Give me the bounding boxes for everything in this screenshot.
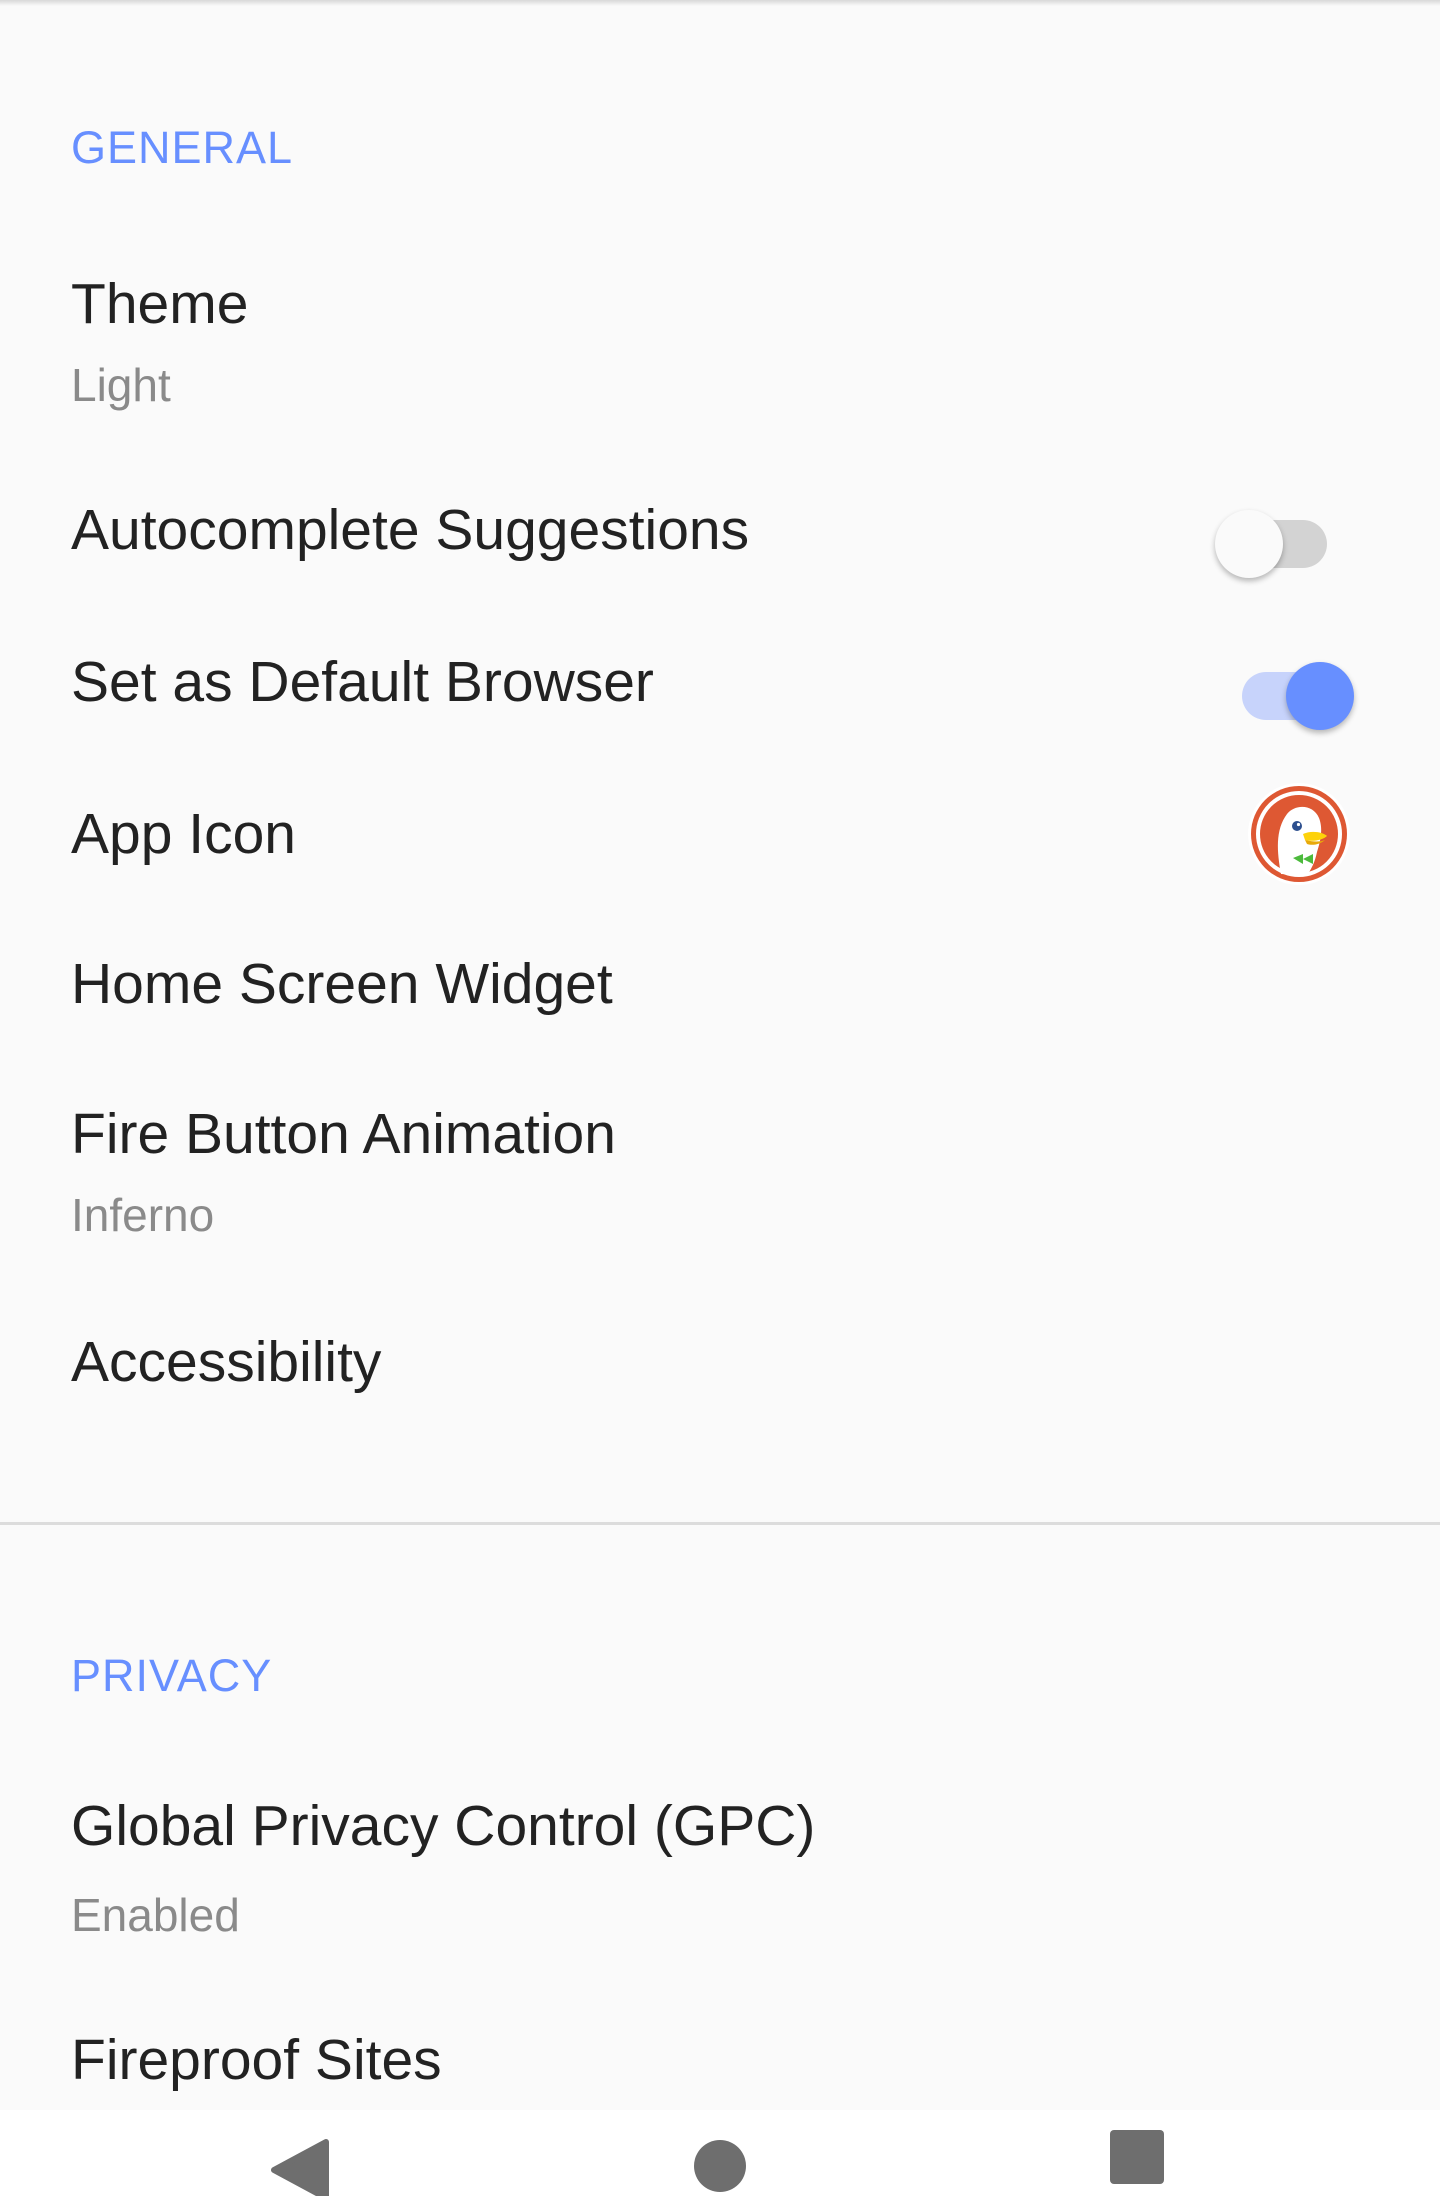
setting-fire-animation-title: Fire Button Animation [71,1102,616,1166]
setting-fire-animation-value: Inferno [71,1189,215,1241]
setting-theme-value: Light [71,359,171,411]
setting-accessibility-title: Accessibility [71,1330,382,1394]
setting-fireproof-sites[interactable]: Fireproof Sites [0,2000,1440,2110]
toggle-thumb [1286,662,1354,730]
back-triangle-icon[interactable] [250,2120,360,2196]
setting-accessibility[interactable]: Accessibility [0,1306,1440,1436]
section-header-privacy: PRIVACY [71,1650,273,1701]
system-navigation-bar [0,2110,1440,2196]
setting-app-icon[interactable]: App Icon [0,772,1440,902]
section-divider [0,1522,1440,1525]
setting-autocomplete[interactable]: Autocomplete Suggestions [0,470,1440,600]
setting-gpc-value: Enabled [71,1889,240,1941]
setting-default-browser[interactable]: Set as Default Browser [0,622,1440,752]
setting-home-widget-title: Home Screen Widget [71,952,613,1016]
setting-home-widget[interactable]: Home Screen Widget [0,922,1440,1052]
section-header-general: GENERAL [71,122,294,173]
settings-screen: GENERAL Theme Light Autocomplete Suggest… [0,0,1440,2196]
setting-theme-title: Theme [71,272,249,336]
recents-square-icon[interactable] [1080,2128,1190,2196]
autocomplete-toggle[interactable] [1215,496,1327,578]
setting-fire-animation[interactable]: Fire Button Animation Inferno [0,1080,1440,1270]
duckduckgo-logo-icon[interactable] [1247,782,1351,886]
toggle-thumb [1215,510,1283,578]
setting-gpc[interactable]: Global Privacy Control (GPC) Enabled [0,1770,1440,1960]
setting-default-browser-title: Set as Default Browser [71,650,654,714]
setting-autocomplete-title: Autocomplete Suggestions [71,498,750,562]
setting-theme[interactable]: Theme Light [0,250,1440,440]
setting-gpc-title: Global Privacy Control (GPC) [71,1794,816,1858]
toolbar-shadow [0,0,1440,6]
home-circle-icon[interactable] [665,2124,775,2196]
setting-fireproof-sites-title: Fireproof Sites [71,2028,442,2092]
default-browser-toggle[interactable] [1230,648,1354,730]
setting-app-icon-title: App Icon [71,802,296,866]
